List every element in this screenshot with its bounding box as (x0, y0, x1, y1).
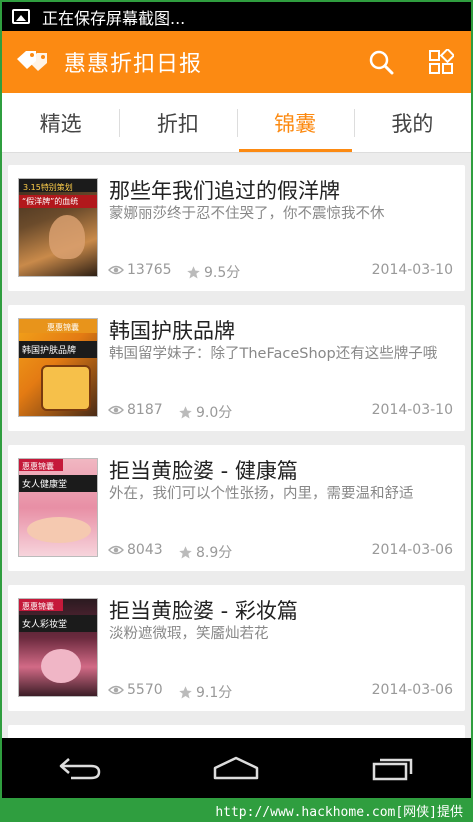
article-title: 拒当黄脸婆 - 健康篇 (109, 459, 298, 483)
article-title: 韩国护肤品牌 (109, 319, 235, 343)
publish-date: 2014-03-10 (371, 262, 453, 278)
article-title: 拒当黄脸婆 - 彩妆篇 (109, 599, 298, 623)
article-title: 那些年我们追过的假洋牌 (109, 179, 340, 203)
star-icon (179, 545, 192, 558)
grid-icon (429, 49, 454, 74)
view-count-value: 8187 (127, 402, 163, 418)
article-subtitle: 蒙娜丽莎终于忍不住哭了，你不震惊我不休 (109, 206, 385, 222)
tab-bar: 精选 折扣 锦囊 我的 (2, 93, 471, 153)
system-nav-bar (2, 738, 471, 798)
tab-tips[interactable]: 锦囊 (236, 93, 354, 152)
article-thumbnail: 3.15特别策划 “假洋牌”的血统 (18, 178, 98, 277)
rating-value: 9.0分 (196, 405, 233, 421)
back-icon (59, 758, 101, 780)
thumbnail-caption-bottom: 韩国护肤品牌 (19, 341, 97, 358)
view-count-value: 5570 (127, 682, 163, 698)
eye-icon (108, 405, 124, 415)
star-icon (179, 405, 192, 418)
thumbnail-caption-bottom: 女人健康堂 (19, 475, 97, 492)
article-meta: 13765 9.5分 2014-03-10 (108, 262, 453, 282)
tab-featured[interactable]: 精选 (2, 93, 119, 152)
article-subtitle: 外在，我们可以个性张扬，内里，需要温和舒适 (109, 486, 414, 502)
star-icon (179, 685, 192, 698)
watermark-footer: http://www.hackhome.com[网侠]提供 (0, 798, 473, 822)
thumbnail-caption-top: 惠惠锦囊 (19, 599, 63, 611)
eye-icon (108, 265, 124, 275)
app-title: 惠惠折扣日报 (64, 52, 203, 77)
search-icon (369, 50, 394, 75)
publish-date: 2014-03-06 (371, 682, 453, 698)
view-count-value: 13765 (127, 262, 172, 278)
watermark-text: http://www.hackhome.com[网侠]提供 (215, 804, 463, 820)
tab-mine[interactable]: 我的 (353, 93, 471, 152)
view-count: 13765 (108, 262, 172, 278)
article-thumbnail: 惠惠锦囊 韩国护肤品牌 (18, 318, 98, 417)
article-meta: 5570 9.1分 2014-03-06 (108, 682, 453, 702)
gallery-icon (12, 9, 30, 24)
thumbnail-caption-top: 3.15特别策划 (19, 179, 97, 192)
back-button[interactable] (50, 748, 110, 788)
view-count-value: 8043 (127, 542, 163, 558)
view-count: 5570 (108, 682, 163, 698)
view-count: 8043 (108, 542, 163, 558)
menu-grid-button[interactable] (411, 31, 471, 93)
recents-button[interactable] (363, 748, 423, 788)
article-card[interactable]: 惠惠锦囊 女人彩妆堂 拒当黄脸婆 - 彩妆篇 淡粉遮微瑕，笑靥灿若花 5570 … (8, 585, 465, 711)
article-meta: 8043 8.9分 2014-03-06 (108, 542, 453, 562)
view-count: 8187 (108, 402, 163, 418)
status-notification-text: 正在保存屏幕截图... (42, 8, 186, 28)
article-card[interactable]: 惠惠锦囊 韩国护肤品牌 韩国护肤品牌 韩国留学妹子：除了TheFaceShop还… (8, 305, 465, 431)
rating: 9.5分 (186, 262, 240, 282)
rating-value: 8.9分 (196, 545, 233, 561)
article-list: 3.15特别策划 “假洋牌”的血统 那些年我们追过的假洋牌 蒙娜丽莎终于忍不住哭… (8, 165, 465, 765)
thumbnail-caption-bottom: “假洋牌”的血统 (19, 195, 97, 208)
eye-icon (108, 685, 124, 695)
rating-value: 9.5分 (204, 265, 241, 281)
thumbnail-caption-top: 惠惠锦囊 (19, 319, 97, 333)
rating-value: 9.1分 (196, 685, 233, 701)
search-button[interactable] (351, 31, 411, 93)
phone-screen: 正在保存屏幕截图... 惠惠折扣日报 精选 折扣 锦囊 我的 3.15特别策划 … (2, 2, 471, 798)
app-bar: 惠惠折扣日报 (2, 31, 471, 93)
home-icon (214, 756, 259, 780)
logo-tags-icon (14, 47, 54, 77)
thumbnail-caption-top: 惠惠锦囊 (19, 459, 63, 471)
article-thumbnail: 惠惠锦囊 女人彩妆堂 (18, 598, 98, 697)
article-subtitle: 淡粉遮微瑕，笑靥灿若花 (109, 626, 269, 642)
eye-icon (108, 545, 124, 555)
publish-date: 2014-03-10 (371, 402, 453, 418)
status-bar: 正在保存屏幕截图... (2, 2, 471, 31)
rating: 8.9分 (178, 542, 232, 562)
publish-date: 2014-03-06 (371, 542, 453, 558)
article-meta: 8187 9.0分 2014-03-10 (108, 402, 453, 422)
article-card[interactable]: 惠惠锦囊 女人健康堂 拒当黄脸婆 - 健康篇 外在，我们可以个性张扬，内里，需要… (8, 445, 465, 571)
article-card[interactable]: 3.15特别策划 “假洋牌”的血统 那些年我们追过的假洋牌 蒙娜丽莎终于忍不住哭… (8, 165, 465, 291)
home-button[interactable] (206, 748, 266, 788)
rating: 9.1分 (178, 682, 232, 702)
thumbnail-caption-bottom: 女人彩妆堂 (19, 615, 97, 632)
article-subtitle: 韩国留学妹子：除了TheFaceShop还有这些牌子哦 (109, 346, 438, 362)
star-icon (187, 265, 200, 278)
tab-discount[interactable]: 折扣 (119, 93, 236, 152)
recents-icon (372, 758, 413, 781)
article-thumbnail: 惠惠锦囊 女人健康堂 (18, 458, 98, 557)
rating: 9.0分 (178, 402, 232, 422)
